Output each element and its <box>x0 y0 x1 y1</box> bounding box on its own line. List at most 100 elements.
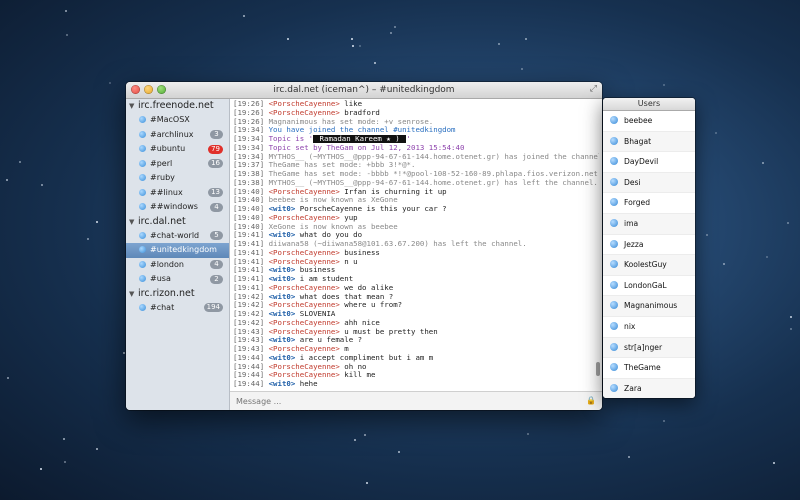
user-item[interactable]: str[a]nger <box>603 337 695 359</box>
event-text: diiwana58 (~diiwana58@101.63.67.200) has… <box>268 240 527 248</box>
star-dot <box>39 467 42 470</box>
user-list: beebee Bhagat DayDevil Desi Forged ima Jezza Ko… <box>603 111 695 398</box>
channel-item[interactable]: #ubuntu 79 <box>126 142 229 157</box>
unread-badge: 4 <box>210 260 223 269</box>
user-status-icon <box>610 239 618 248</box>
nickname[interactable]: <PorscheCayenne> <box>269 363 340 371</box>
event-text: Magnanimous has set mode: +v senrose. <box>268 117 434 126</box>
server-item[interactable]: ▼ irc.rizon.net <box>126 287 229 301</box>
user-name: TheGame <box>624 363 661 373</box>
user-item[interactable]: DayDevil <box>603 152 695 173</box>
message-text: where u from? <box>339 301 403 310</box>
nickname[interactable]: <PorscheCayenne> <box>269 258 340 266</box>
user-status-icon <box>610 301 618 310</box>
nickname[interactable]: <PorscheCayenne> <box>269 284 340 292</box>
nickname[interactable]: <PorscheCayenne> <box>269 371 340 379</box>
timestamp: [19:44] <box>233 362 269 371</box>
nickname[interactable]: <PorscheCayenne> <box>269 188 340 196</box>
timestamp: [19:40] <box>233 222 269 231</box>
nickname[interactable]: <wit0> <box>269 205 296 213</box>
disclosure-triangle-icon[interactable]: ▼ <box>129 99 138 113</box>
close-button[interactable] <box>131 85 140 94</box>
channel-bubble-icon <box>139 159 146 167</box>
channel-item[interactable]: #chat 194 <box>126 301 229 316</box>
nickname[interactable]: <wit0> <box>269 354 296 362</box>
nickname[interactable]: <PorscheCayenne> <box>269 319 340 327</box>
star-dot <box>66 34 69 37</box>
channel-bubble-icon <box>139 174 146 181</box>
channel-item[interactable]: #london 4 <box>126 258 229 273</box>
disclosure-triangle-icon[interactable]: ▼ <box>129 287 138 301</box>
user-item[interactable]: Magnanimous <box>603 296 695 317</box>
message-text: PorscheCayenne is this your car ? <box>295 205 447 213</box>
nickname[interactable]: <wit0> <box>269 336 296 344</box>
unread-badge: 2 <box>210 274 223 284</box>
nickname[interactable]: <wit0> <box>269 266 296 274</box>
minimize-button[interactable] <box>144 85 153 94</box>
event-text: MYTHOS__ (~MYTHOS__@ppp-94-67-61-144.hom… <box>268 178 598 187</box>
fullscreen-arrows-icon[interactable]: ⤢ <box>590 85 597 94</box>
nickname[interactable]: <wit0> <box>269 275 296 283</box>
message-text: are u female ? <box>295 336 363 345</box>
title-bar[interactable]: irc.dal.net (iceman^) – #unitedkingdom ⤢ <box>126 82 602 99</box>
chat-line: [19:41] <wit0> what do you do <box>233 231 599 240</box>
chat-line: [19:38] MYTHOS__ (~MYTHOS__@ppp-94-67-61… <box>233 179 599 188</box>
user-item[interactable]: beebee <box>603 111 695 132</box>
timestamp: [19:44] <box>233 371 269 380</box>
channel-item[interactable]: #chat-world 5 <box>126 229 229 244</box>
user-item[interactable]: Desi <box>603 172 695 194</box>
message-input[interactable] <box>234 395 578 407</box>
message-text: bradford <box>339 108 380 117</box>
user-item[interactable]: LondonGaL <box>603 276 695 297</box>
nickname[interactable]: <wit0> <box>269 231 296 239</box>
channel-item[interactable]: #perl 16 <box>126 157 229 172</box>
unread-badge: 16 <box>208 159 223 168</box>
server-item[interactable]: ▼ irc.dal.net <box>126 215 229 229</box>
nickname[interactable]: <wit0> <box>269 380 296 388</box>
zoom-button[interactable] <box>157 85 166 94</box>
chat-scrollbar[interactable] <box>596 362 600 376</box>
nickname[interactable]: <wit0> <box>269 310 296 318</box>
timestamp: [19:37] <box>233 161 269 170</box>
chat-line: [19:44] <PorscheCayenne> oh no <box>233 363 599 372</box>
nickname[interactable]: <PorscheCayenne> <box>269 109 340 117</box>
star-dot <box>790 328 793 331</box>
channel-item[interactable]: #archlinux 3 <box>126 128 229 143</box>
channel-item[interactable]: #usa 2 <box>126 272 229 287</box>
star-dot <box>662 419 665 422</box>
channel-item[interactable]: ##windows 4 <box>126 200 229 215</box>
nickname[interactable]: <PorscheCayenne> <box>269 249 340 257</box>
lock-icon[interactable]: 🔒 <box>586 396 596 405</box>
chat-line: [19:38] TheGame has set mode: -bbbb *!*@… <box>233 170 599 179</box>
user-item[interactable]: nix <box>603 317 695 338</box>
nickname[interactable]: <PorscheCayenne> <box>269 328 340 336</box>
user-item[interactable]: ima <box>603 213 695 235</box>
star-dot <box>398 451 401 454</box>
message-text: yup <box>339 213 358 222</box>
channel-bubble-icon <box>139 130 146 138</box>
message-text: i accept compliment but i am m <box>295 353 434 362</box>
disclosure-triangle-icon[interactable]: ▼ <box>129 215 138 229</box>
nickname[interactable]: <PorscheCayenne> <box>269 301 340 309</box>
user-item[interactable]: Zara <box>603 378 695 398</box>
channel-bubble-icon <box>139 303 146 311</box>
channel-item[interactable]: #ruby <box>126 171 229 186</box>
event-text: You have joined the channel #unitedkingd… <box>268 126 456 135</box>
nickname[interactable]: <PorscheCayenne> <box>269 214 340 222</box>
channel-item[interactable]: #MacOSX <box>126 113 229 128</box>
channel-item[interactable]: #unitedkingdom <box>126 243 229 258</box>
user-item[interactable]: Jezza <box>603 235 695 256</box>
user-item[interactable]: KoolestGuy <box>603 255 695 276</box>
user-item[interactable]: TheGame <box>603 358 695 379</box>
server-item[interactable]: ▼ irc.freenode.net <box>126 99 229 113</box>
nickname[interactable]: <PorscheCayenne> <box>269 100 340 108</box>
channel-item[interactable]: ##linux 13 <box>126 186 229 201</box>
nickname[interactable]: <PorscheCayenne> <box>269 345 340 353</box>
chat-log[interactable]: [19:26] <PorscheCayenne> like [19:26] <Po… <box>230 99 602 392</box>
unread-badge: 13 <box>208 188 223 197</box>
user-item[interactable]: Forged <box>603 193 695 214</box>
user-item[interactable]: Bhagat <box>603 131 695 153</box>
timestamp: [19:26] <box>233 100 269 108</box>
nickname[interactable]: <wit0> <box>269 293 296 301</box>
chat-line: [19:34] Topic set by TheGam on Jul 12, 2… <box>233 144 599 153</box>
